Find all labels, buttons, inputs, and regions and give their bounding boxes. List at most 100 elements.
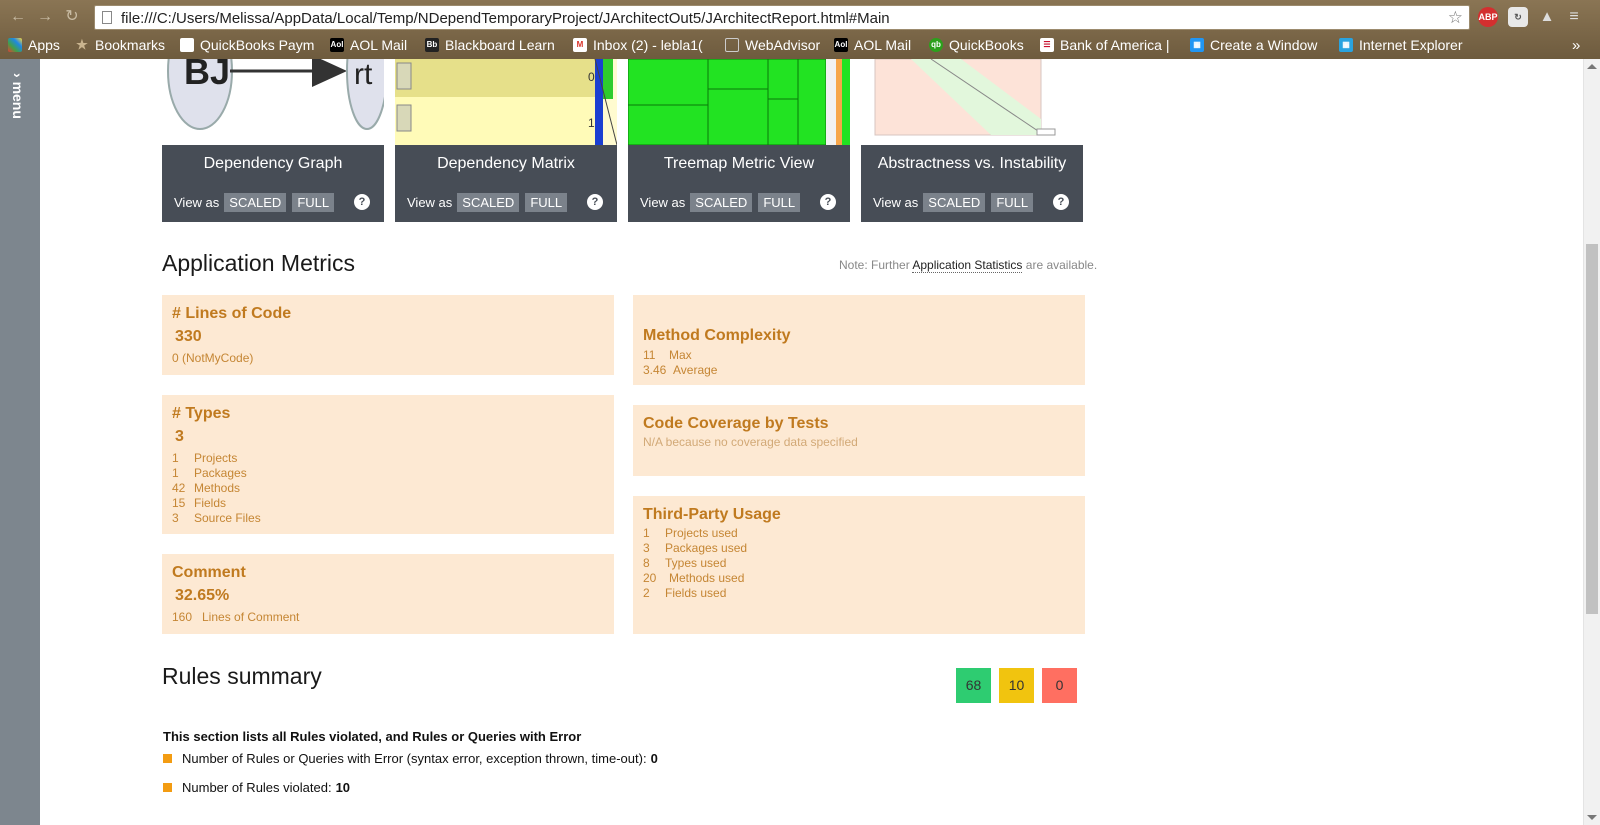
card-dependency-graph: BJ rt Dependency Graph View as SCALED FU… <box>162 59 384 222</box>
bookmark-inbox[interactable]: M Inbox (2) - lebla1( <box>573 37 703 53</box>
dependency-matrix-thumbnail[interactable]: 0 1 <box>395 59 617 145</box>
address-bar[interactable]: file:///C:/Users/Melissa/AppData/Local/T… <box>94 5 1470 30</box>
abstractness-thumbnail[interactable] <box>861 59 1083 145</box>
page-icon <box>180 38 194 52</box>
rules-warning-badge[interactable]: 10 <box>999 668 1034 703</box>
note-suffix: are available. <box>1025 258 1098 272</box>
metric-row: 2 Fields used <box>643 586 727 600</box>
full-button[interactable]: FULL <box>525 193 568 212</box>
apps-grid-icon <box>8 38 22 52</box>
bookmarks-bar: Apps ★ Bookmarks QuickBooks Paym Aol AOL M… <box>0 33 1600 59</box>
forward-arrow-icon[interactable]: → <box>35 7 55 27</box>
bookmark-webadvisor[interactable]: WebAdvisor <box>725 37 820 53</box>
full-button[interactable]: FULL <box>758 193 801 212</box>
report-content: BJ rt Dependency Graph View as SCALED FU… <box>40 59 1583 825</box>
metric-third-party-usage: Third-Party Usage 1 Projects used 3 Packag… <box>633 496 1085 634</box>
adblock-extension-icon[interactable]: ABP <box>1478 7 1498 27</box>
view-as-label: View as <box>407 195 453 210</box>
card-treemap-metric-view: Treemap Metric View View as SCALED FULL … <box>628 59 850 222</box>
metric-title: Method Complexity <box>643 327 791 344</box>
aol-icon: Aol <box>330 38 344 52</box>
view-as-row: View as SCALED FULL <box>407 193 573 212</box>
bookmark-star-icon[interactable]: ☆ <box>1448 8 1463 28</box>
vertical-scrollbar[interactable] <box>1583 59 1600 825</box>
note-prefix: Note: Further <box>839 258 910 272</box>
card-panel: Dependency Graph View as SCALED FULL ? <box>162 145 384 222</box>
metric-row: 1 Packages <box>172 466 247 480</box>
metric-title: Code Coverage by Tests <box>643 415 829 432</box>
node-label-a: BJ <box>184 59 230 92</box>
more-bookmarks-icon[interactable]: » <box>1572 37 1580 54</box>
metric-value: 330 <box>175 328 202 345</box>
rules-section-description: This section lists all Rules violated, a… <box>163 729 582 744</box>
scaled-button[interactable]: SCALED <box>690 193 753 212</box>
aol-icon: Aol <box>834 38 848 52</box>
metric-title: # Types <box>172 405 231 422</box>
dependency-graph-thumbnail[interactable]: BJ rt <box>162 59 384 145</box>
side-menu-toggle[interactable]: › menu <box>0 59 40 825</box>
rules-error-badge[interactable]: 0 <box>1042 668 1077 703</box>
metric-types: # Types 3 1 Projects 1 Packages 42 Methods … <box>162 395 614 534</box>
card-dependency-matrix: 0 1 Dependency Matrix View as SCALED FUL… <box>395 59 617 222</box>
bookmark-internet-explorer[interactable]: ▦ Internet Explorer <box>1339 37 1463 53</box>
card-title: Dependency Matrix <box>437 155 575 172</box>
gmail-icon: M <box>573 38 587 52</box>
metric-row: 42 Methods <box>172 481 241 495</box>
bookmark-aol-mail[interactable]: Aol AOL Mail <box>330 37 407 53</box>
metric-method-complexity: Method Complexity 11 Max 3.46 Average <box>633 295 1085 385</box>
bookmark-quickbooks-payments[interactable]: QuickBooks Paym <box>180 37 314 53</box>
help-icon[interactable]: ? <box>587 194 603 210</box>
full-button[interactable]: FULL <box>292 193 335 212</box>
bookmark-bookmarks[interactable]: ★ Bookmarks <box>75 37 165 53</box>
drive-extension-icon[interactable]: ▲ <box>1537 7 1557 27</box>
scrollbar-thumb[interactable] <box>1586 244 1598 614</box>
page-icon <box>102 11 112 24</box>
rules-ok-badge[interactable]: 68 <box>956 668 991 703</box>
url-text[interactable]: file:///C:/Users/Melissa/AppData/Local/T… <box>121 10 890 27</box>
scaled-button[interactable]: SCALED <box>923 193 986 212</box>
metric-row: 11 Max <box>643 348 692 362</box>
scroll-up-icon[interactable] <box>1587 64 1597 69</box>
help-icon[interactable]: ? <box>1053 194 1069 210</box>
svg-text:0: 0 <box>588 70 595 84</box>
bookmark-aol-mail-2[interactable]: Aol AOL Mail <box>834 37 911 53</box>
scaled-button[interactable]: SCALED <box>457 193 520 212</box>
full-button[interactable]: FULL <box>991 193 1034 212</box>
view-as-row: View as SCALED FULL <box>174 193 340 212</box>
sync-extension-icon[interactable]: ↻ <box>1508 7 1528 27</box>
bookmark-bank-of-america[interactable]: ☰ Bank of America | <box>1040 37 1169 53</box>
bookmark-create-window[interactable]: ▦ Create a Window <box>1190 37 1317 53</box>
card-title: Treemap Metric View <box>663 155 815 172</box>
help-icon[interactable]: ? <box>820 194 836 210</box>
menu-label: › menu <box>10 73 26 119</box>
card-panel: Treemap Metric View View as SCALED FULL … <box>628 145 850 222</box>
bookmark-blackboard[interactable]: Bb Blackboard Learn <box>425 37 555 53</box>
window-icon: ▦ <box>1190 38 1204 52</box>
view-as-label: View as <box>640 195 686 210</box>
scroll-down-icon[interactable] <box>1587 815 1597 820</box>
star-icon: ★ <box>76 37 88 52</box>
node-label-b: rt <box>354 59 373 91</box>
app-stats-note: Note: Further Application Statistics are… <box>839 258 1098 273</box>
metric-row: 1 Projects <box>172 451 238 465</box>
help-icon[interactable]: ? <box>354 194 370 210</box>
view-as-label: View as <box>174 195 220 210</box>
browser-menu-icon[interactable]: ≡ <box>1564 7 1584 27</box>
bookmark-quickbooks[interactable]: qb QuickBooks <box>929 37 1024 53</box>
card-title: Dependency Graph <box>203 155 343 172</box>
app-metrics-heading: Application Metrics <box>162 250 356 276</box>
scaled-button[interactable]: SCALED <box>224 193 287 212</box>
reload-icon[interactable]: ↻ <box>62 7 82 27</box>
view-as-row: View as SCALED FULL <box>873 193 1039 212</box>
browser-toolbar: ← → ↻ file:///C:/Users/Melissa/AppData/L… <box>0 0 1600 33</box>
treemap-thumbnail[interactable] <box>628 59 850 145</box>
metric-subtext: N/A because no coverage data specified <box>643 435 858 449</box>
application-statistics-link[interactable]: Application Statistics <box>912 258 1023 273</box>
back-arrow-icon[interactable]: ← <box>8 7 28 27</box>
quickbooks-icon: qb <box>929 38 943 52</box>
bullet-square-icon <box>163 754 172 763</box>
bookmark-apps[interactable]: Apps <box>8 37 60 53</box>
metric-row: 3 Packages used <box>643 541 748 555</box>
card-abstractness-instability: Abstractness vs. Instability View as SCA… <box>861 59 1083 222</box>
svg-text:1: 1 <box>588 116 595 130</box>
